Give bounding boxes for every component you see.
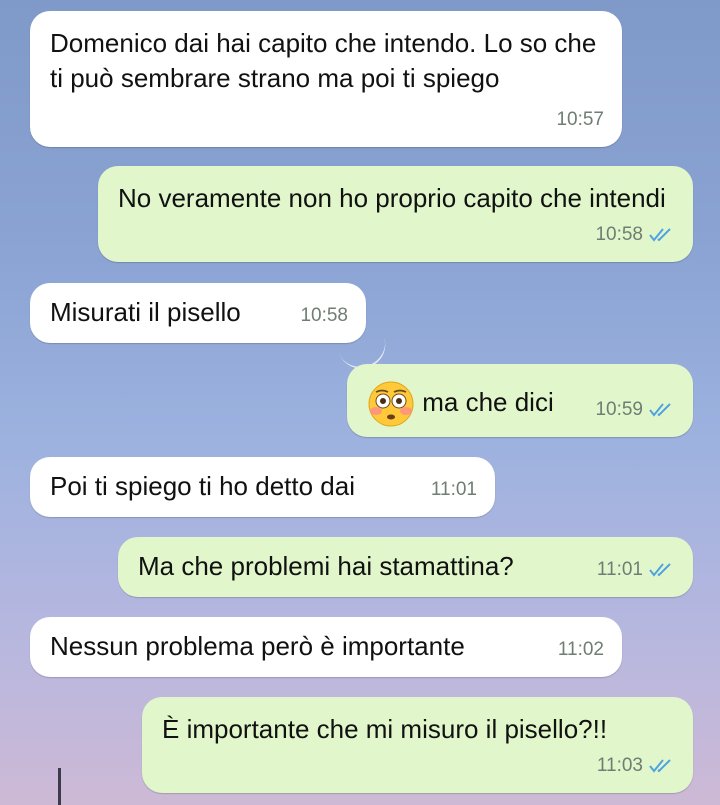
- message-time: 11:01: [430, 479, 477, 500]
- message-bubble-incoming[interactable]: Nessun problema però è importante 11:02: [30, 617, 622, 677]
- message-meta: 10:58: [595, 217, 675, 252]
- message-text: Domenico dai hai capito che intendo. Lo …: [50, 28, 597, 93]
- message-text: Ma che problemi hai stamattina?: [138, 551, 514, 581]
- message-meta: 11:02: [558, 632, 604, 667]
- message-time: 10:57: [556, 109, 604, 130]
- message-text: È importante che mi misuro il pisello?!!: [162, 714, 608, 744]
- message-bubble-incoming[interactable]: Domenico dai hai capito che intendo. Lo …: [30, 11, 622, 147]
- message-meta: 11:01: [431, 472, 477, 507]
- read-double-check-icon: [649, 227, 671, 242]
- message-text: Nessun problema però è importante: [50, 631, 465, 661]
- message-meta: 11:01: [597, 552, 675, 587]
- message-bubble-outgoing[interactable]: No veramente non ho proprio capito che i…: [98, 166, 693, 262]
- tower-silhouette: [58, 768, 61, 805]
- message-time: 11:03: [596, 755, 643, 776]
- message-meta: 10:58: [300, 298, 348, 333]
- flushed-face-emoji: [368, 381, 414, 427]
- read-double-check-icon: [649, 562, 671, 577]
- message-bubble-outgoing[interactable]: Ma che problemi hai stamattina? 11:01: [118, 537, 693, 597]
- message-meta: 10:59: [595, 392, 675, 427]
- message-meta: 10:57: [556, 102, 604, 137]
- message-time: 11:02: [557, 639, 604, 660]
- message-bubble-incoming[interactable]: Poi ti spiego ti ho detto dai 11:01: [30, 457, 495, 517]
- message-bubble-outgoing[interactable]: ma che dici 10:59: [347, 364, 693, 437]
- message-bubble-incoming[interactable]: Misurati il pisello 10:58: [30, 283, 366, 343]
- read-double-check-icon: [649, 758, 671, 773]
- message-text: Poi ti spiego ti ho detto dai: [50, 471, 355, 501]
- message-time: 10:58: [595, 224, 643, 245]
- message-time: 10:59: [595, 399, 643, 420]
- message-time: 11:01: [596, 559, 643, 580]
- message-text: No veramente non ho proprio capito che i…: [118, 183, 666, 213]
- message-time: 10:58: [300, 305, 348, 326]
- message-meta: 11:03: [597, 748, 675, 783]
- message-text: ma che dici: [422, 386, 554, 417]
- read-double-check-icon: [649, 402, 671, 417]
- message-bubble-outgoing[interactable]: È importante che mi misuro il pisello?!!…: [142, 697, 693, 793]
